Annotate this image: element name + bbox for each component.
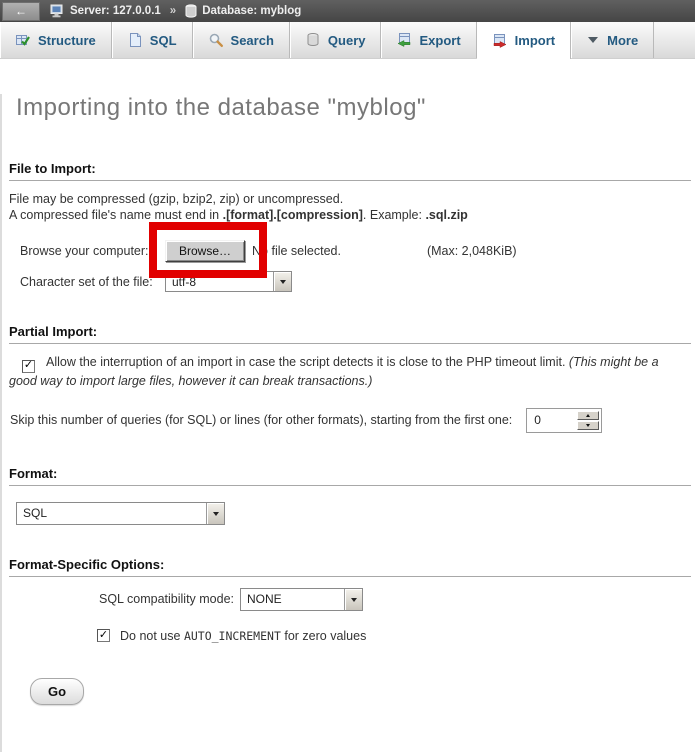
chevron-down-icon <box>586 35 600 45</box>
format-selected-value: SQL <box>17 503 206 524</box>
compression-line1: File may be compressed (gzip, bzip2, zip… <box>9 192 343 206</box>
tab-label: Query <box>328 33 366 48</box>
allow-interrupt-checkbox[interactable]: ✓ <box>22 360 35 373</box>
tab-export[interactable]: Export <box>381 22 476 58</box>
tab-label: Import <box>515 33 555 48</box>
stepper-up-button[interactable] <box>577 411 599 420</box>
tabbar-filler <box>654 22 695 58</box>
section-heading-file-to-import: File to Import: <box>9 161 691 181</box>
skip-queries-stepper[interactable]: 0 <box>526 408 602 433</box>
compression-format-pattern: .[format].[compression] <box>223 208 363 222</box>
browse-button[interactable]: Browse… <box>165 240 245 262</box>
auto-increment-code: AUTO_INCREMENT <box>184 629 281 643</box>
arrow-down-icon <box>586 424 590 429</box>
database-icon <box>185 4 197 18</box>
breadcrumb: Server: 127.0.0.1 » Database: myblog <box>50 4 301 19</box>
tab-bar: Structure SQL Search Query Export Import <box>0 22 695 59</box>
tab-label: SQL <box>150 33 177 48</box>
sql-compatibility-selected-value: NONE <box>241 589 344 610</box>
tab-label: Search <box>231 33 274 48</box>
arrow-up-icon <box>586 412 590 417</box>
checkbox-check-icon: ✓ <box>24 360 33 371</box>
no-file-selected-text: No file selected. <box>252 244 341 258</box>
auto-increment-suffix: for zero values <box>281 629 366 643</box>
checkbox-check-icon: ✓ <box>99 630 108 641</box>
auto-increment-prefix: Do not use <box>120 629 184 643</box>
section-heading-format: Format: <box>9 466 691 486</box>
charset-select[interactable]: utf-8 <box>165 271 292 292</box>
section-heading-partial-import: Partial Import: <box>9 324 691 344</box>
back-button[interactable]: ← <box>2 2 40 21</box>
import-icon <box>492 33 508 49</box>
format-select[interactable]: SQL <box>16 502 225 525</box>
auto-increment-label: Do not use AUTO_INCREMENT for zero value… <box>120 629 366 643</box>
stepper-buttons <box>577 411 599 430</box>
tab-sql[interactable]: SQL <box>112 22 193 58</box>
query-icon <box>305 32 321 48</box>
skip-queries-row: Skip this number of queries (for SQL) or… <box>9 408 695 433</box>
section-heading-format-specific-options: Format-Specific Options: <box>9 557 691 577</box>
tab-structure[interactable]: Structure <box>0 22 112 58</box>
dropdown-arrow-icon <box>206 503 224 524</box>
breadcrumb-server-link[interactable]: Server: 127.0.0.1 <box>70 5 161 17</box>
auto-increment-checkbox[interactable]: ✓ <box>97 629 110 642</box>
charset-row: Character set of the file: utf-8 <box>9 271 695 292</box>
export-icon <box>396 32 412 48</box>
go-button[interactable]: Go <box>30 678 84 705</box>
stepper-down-button[interactable] <box>577 421 599 430</box>
sql-compatibility-select[interactable]: NONE <box>240 588 363 611</box>
breadcrumb-separator: » <box>170 5 176 17</box>
search-icon <box>208 32 224 48</box>
tab-search[interactable]: Search <box>193 22 290 58</box>
page-title: Importing into the database "myblog" <box>16 94 695 122</box>
structure-icon <box>15 32 31 48</box>
back-arrow-icon: ← <box>15 5 27 17</box>
main-content: Importing into the database "myblog" Fil… <box>0 94 695 752</box>
skip-queries-value: 0 <box>527 413 577 427</box>
allow-interrupt-text: Allow the interruption of an import in c… <box>46 355 569 369</box>
dropdown-arrow-icon <box>273 272 291 291</box>
charset-label: Character set of the file: <box>20 275 165 289</box>
sql-icon <box>127 32 143 48</box>
browse-label: Browse your computer: <box>20 244 165 258</box>
tab-label: Export <box>419 33 460 48</box>
compression-line2-prefix: A compressed file's name must end in <box>9 208 223 222</box>
server-icon <box>50 4 65 19</box>
charset-selected-value: utf-8 <box>166 272 273 291</box>
allow-interrupt-paragraph: ✓ Allow the interruption of an import in … <box>9 354 687 390</box>
auto-increment-row: ✓ Do not use AUTO_INCREMENT for zero val… <box>97 629 695 643</box>
sql-compatibility-row: SQL compatibility mode: NONE <box>99 588 695 611</box>
dropdown-arrow-icon <box>344 589 362 610</box>
tab-import[interactable]: Import <box>477 22 571 59</box>
breadcrumb-bar: ← Server: 127.0.0.1 » Database: myblog <box>0 0 695 22</box>
max-size-note: (Max: 2,048KiB) <box>427 244 517 258</box>
skip-queries-label: Skip this number of queries (for SQL) or… <box>10 413 512 427</box>
tab-label: More <box>607 33 638 48</box>
browse-row: Browse your computer: Browse… No file se… <box>9 240 695 262</box>
compression-note: File may be compressed (gzip, bzip2, zip… <box>9 191 695 223</box>
tab-label: Structure <box>38 33 96 48</box>
tab-more[interactable]: More <box>571 22 654 58</box>
breadcrumb-database-link[interactable]: Database: myblog <box>202 5 301 17</box>
tab-query[interactable]: Query <box>290 22 382 58</box>
sql-compatibility-label: SQL compatibility mode: <box>99 592 234 606</box>
compression-example: .sql.zip <box>425 208 467 222</box>
compression-line2-mid: . Example: <box>363 208 426 222</box>
